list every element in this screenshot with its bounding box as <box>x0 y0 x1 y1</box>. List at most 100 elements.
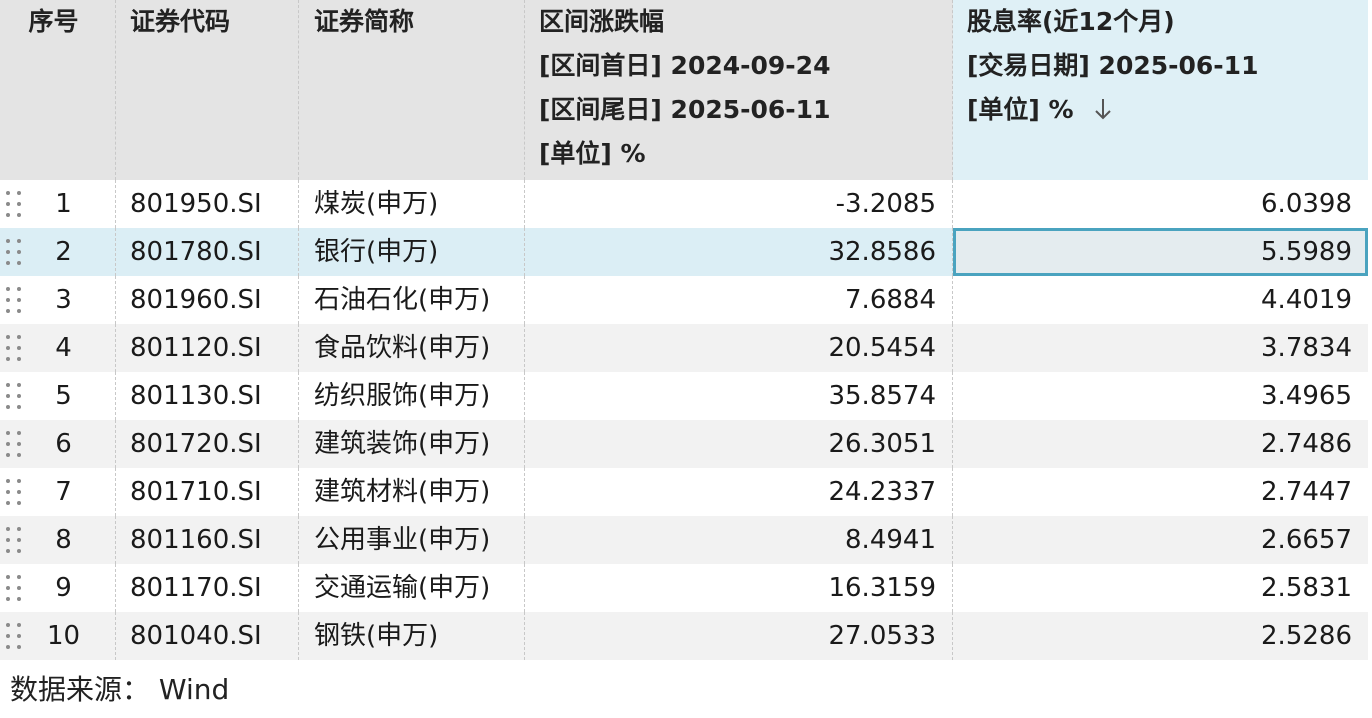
cell-dividend[interactable]: 2.6657 <box>953 516 1368 564</box>
cell-seq: 4 <box>0 324 116 372</box>
table-row[interactable]: 2 801780.SI 银行(申万) 32.8586 5.5989 <box>0 228 1368 276</box>
cell-seq: 5 <box>0 372 116 420</box>
cell-change[interactable]: 24.2337 <box>525 468 953 516</box>
row-seq: 2 <box>55 237 72 267</box>
row-seq: 7 <box>55 477 72 507</box>
table-row[interactable]: 8 801160.SI 公用事业(申万) 8.4941 2.6657 <box>0 516 1368 564</box>
cell-dividend[interactable]: 2.7486 <box>953 420 1368 468</box>
cell-dividend[interactable]: 5.5989 <box>953 228 1368 276</box>
cell-code[interactable]: 801040.SI <box>116 612 299 660</box>
table-row[interactable]: 4 801120.SI 食品饮料(申万) 20.5454 3.7834 <box>0 324 1368 372</box>
drag-handle-icon[interactable] <box>6 237 24 267</box>
cell-seq: 7 <box>0 468 116 516</box>
header-change-title: 区间涨跌幅 <box>539 7 665 36</box>
cell-change[interactable]: 27.0533 <box>525 612 953 660</box>
cell-dividend[interactable]: 2.5286 <box>953 612 1368 660</box>
cell-dividend[interactable]: 4.4019 <box>953 276 1368 324</box>
cell-name[interactable]: 建筑装饰(申万) <box>299 420 525 468</box>
header-dividend-title: 股息率(近12个月) <box>967 7 1175 36</box>
cell-code[interactable]: 801710.SI <box>116 468 299 516</box>
data-table: 序号 证券代码 证券简称 区间涨跌幅 [区间首日] 2024-09-24 [区间… <box>0 0 1368 660</box>
cell-code[interactable]: 801170.SI <box>116 564 299 612</box>
cell-seq: 9 <box>0 564 116 612</box>
cell-code[interactable]: 801960.SI <box>116 276 299 324</box>
cell-name[interactable]: 食品饮料(申万) <box>299 324 525 372</box>
header-code[interactable]: 证券代码 <box>116 0 299 180</box>
cell-name[interactable]: 交通运输(申万) <box>299 564 525 612</box>
sort-descending-icon[interactable] <box>1092 96 1114 122</box>
header-change-end: [区间尾日] 2025-06-11 <box>539 95 831 124</box>
row-seq: 6 <box>55 429 72 459</box>
cell-code[interactable]: 801780.SI <box>116 228 299 276</box>
header-name-label: 证券简称 <box>314 7 415 36</box>
row-seq: 4 <box>55 333 72 363</box>
cell-dividend[interactable]: 3.7834 <box>953 324 1368 372</box>
row-seq: 1 <box>55 189 72 219</box>
header-change-start: [区间首日] 2024-09-24 <box>539 51 831 80</box>
cell-change[interactable]: 16.3159 <box>525 564 953 612</box>
cell-dividend[interactable]: 2.7447 <box>953 468 1368 516</box>
cell-code[interactable]: 801160.SI <box>116 516 299 564</box>
cell-dividend[interactable]: 2.5831 <box>953 564 1368 612</box>
cell-code[interactable]: 801720.SI <box>116 420 299 468</box>
table-row[interactable]: 5 801130.SI 纺织服饰(申万) 35.8574 3.4965 <box>0 372 1368 420</box>
header-change-unit: [单位] % <box>539 139 646 168</box>
drag-handle-icon[interactable] <box>6 429 24 459</box>
cell-change[interactable]: 20.5454 <box>525 324 953 372</box>
cell-dividend[interactable]: 3.4965 <box>953 372 1368 420</box>
data-source-note: 数据来源： Wind <box>10 673 230 706</box>
cell-name[interactable]: 纺织服饰(申万) <box>299 372 525 420</box>
drag-handle-icon[interactable] <box>6 285 24 315</box>
drag-handle-icon[interactable] <box>6 381 24 411</box>
header-dividend-unit-line: [单位] % <box>967 88 1368 132</box>
cell-seq: 8 <box>0 516 116 564</box>
drag-handle-icon[interactable] <box>6 573 24 603</box>
cell-name[interactable]: 银行(申万) <box>299 228 525 276</box>
cell-name[interactable]: 公用事业(申万) <box>299 516 525 564</box>
table-row[interactable]: 7 801710.SI 建筑材料(申万) 24.2337 2.7447 <box>0 468 1368 516</box>
table-row[interactable]: 10 801040.SI 钢铁(申万) 27.0533 2.5286 <box>0 612 1368 660</box>
header-change[interactable]: 区间涨跌幅 [区间首日] 2024-09-24 [区间尾日] 2025-06-1… <box>525 0 953 180</box>
header-seq[interactable]: 序号 <box>0 0 116 180</box>
row-seq: 9 <box>55 573 72 603</box>
drag-handle-icon[interactable] <box>6 621 24 651</box>
table-row[interactable]: 9 801170.SI 交通运输(申万) 16.3159 2.5831 <box>0 564 1368 612</box>
cell-name[interactable]: 建筑材料(申万) <box>299 468 525 516</box>
cell-seq: 1 <box>0 180 116 228</box>
cell-change[interactable]: 7.6884 <box>525 276 953 324</box>
row-seq: 3 <box>55 285 72 315</box>
cell-seq: 6 <box>0 420 116 468</box>
cell-change[interactable]: 8.4941 <box>525 516 953 564</box>
header-dividend-date: [交易日期] 2025-06-11 <box>967 51 1259 80</box>
cell-change[interactable]: 26.3051 <box>525 420 953 468</box>
header-seq-label: 序号 <box>28 7 79 36</box>
drag-handle-icon[interactable] <box>6 333 24 363</box>
table-row[interactable]: 1 801950.SI 煤炭(申万) -3.2085 6.0398 <box>0 180 1368 228</box>
table-header: 序号 证券代码 证券简称 区间涨跌幅 [区间首日] 2024-09-24 [区间… <box>0 0 1368 180</box>
cell-change[interactable]: -3.2085 <box>525 180 953 228</box>
cell-code[interactable]: 801950.SI <box>116 180 299 228</box>
table-row[interactable]: 3 801960.SI 石油石化(申万) 7.6884 4.4019 <box>0 276 1368 324</box>
table-row[interactable]: 6 801720.SI 建筑装饰(申万) 26.3051 2.7486 <box>0 420 1368 468</box>
header-code-label: 证券代码 <box>130 7 231 36</box>
drag-handle-icon[interactable] <box>6 189 24 219</box>
cell-name[interactable]: 钢铁(申万) <box>299 612 525 660</box>
cell-change[interactable]: 35.8574 <box>525 372 953 420</box>
cell-name[interactable]: 石油石化(申万) <box>299 276 525 324</box>
cell-name[interactable]: 煤炭(申万) <box>299 180 525 228</box>
cell-seq: 3 <box>0 276 116 324</box>
drag-handle-icon[interactable] <box>6 477 24 507</box>
cell-code[interactable]: 801130.SI <box>116 372 299 420</box>
cell-dividend[interactable]: 6.0398 <box>953 180 1368 228</box>
cell-change[interactable]: 32.8586 <box>525 228 953 276</box>
header-dividend[interactable]: 股息率(近12个月) [交易日期] 2025-06-11 [单位] % <box>953 0 1368 180</box>
drag-handle-icon[interactable] <box>6 525 24 555</box>
header-name[interactable]: 证券简称 <box>299 0 525 180</box>
row-seq: 8 <box>55 525 72 555</box>
table-body: 1 801950.SI 煤炭(申万) -3.2085 6.0398 2 801780.SI 银… <box>0 180 1368 660</box>
cell-seq: 2 <box>0 228 116 276</box>
cell-code[interactable]: 801120.SI <box>116 324 299 372</box>
row-seq: 10 <box>46 621 81 651</box>
cell-seq: 10 <box>0 612 116 660</box>
header-dividend-unit: [单位] % <box>967 95 1074 124</box>
